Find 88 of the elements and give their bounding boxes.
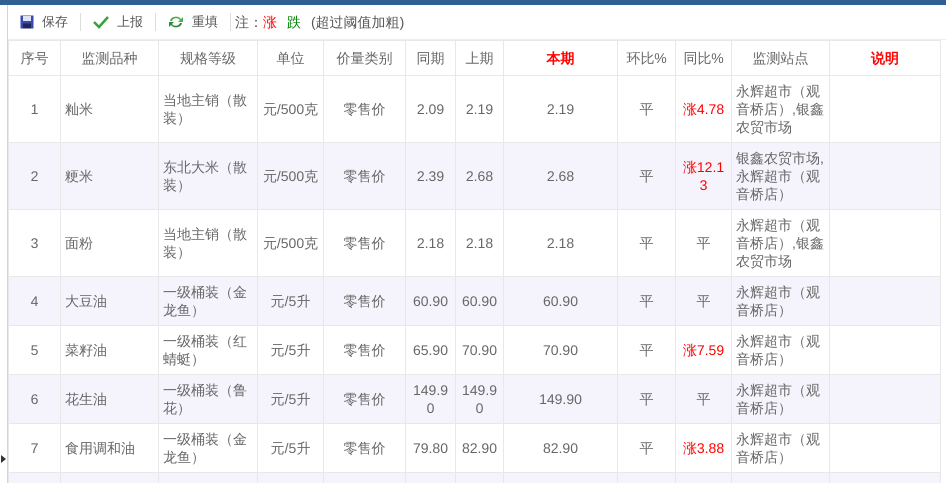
table-cell-text: 面粉: [65, 235, 93, 251]
table-cell-text: 元/5升: [270, 293, 310, 309]
table-cell-text: 5: [30, 342, 38, 358]
table-cell-text: 花生油: [65, 391, 107, 407]
table-cell-text: 平: [640, 391, 654, 407]
table-cell-text: 82.90: [462, 440, 498, 456]
table-cell-text: 2.19: [466, 101, 494, 117]
refresh-arrows-icon: [168, 15, 184, 29]
legend-label: 涨: [263, 12, 277, 32]
table-cell-text: 平: [696, 293, 710, 309]
table-cell-text: 永辉超市（观音桥店）,银鑫农贸市场: [736, 83, 824, 135]
table-cell-text: 149.90: [539, 391, 582, 407]
table-cell-text: 2.39: [416, 168, 444, 184]
reset-button[interactable]: 重填: [168, 12, 218, 32]
note-text: (超过阈值加粗): [311, 12, 404, 32]
table-cell-text: 70.90: [462, 342, 498, 358]
table-cell-text: 平: [640, 235, 654, 251]
table-cell-text: 籼米: [65, 101, 93, 117]
table-cell-text: 2.18: [546, 235, 574, 251]
table-cell-text: 65.90: [412, 342, 448, 358]
table-cell-text: 6: [30, 391, 38, 407]
table-cell-text: 零售价: [344, 440, 386, 456]
table-cell-text: 2.68: [546, 168, 574, 184]
table-cell-text: 零售价: [344, 342, 386, 358]
table-cell-text: 1: [30, 101, 38, 117]
table-cell-text: 一级桶装（金龙鱼）: [163, 431, 247, 465]
table-cell-text: 7: [30, 440, 38, 456]
table-cell-text: 涨4.78: [682, 101, 724, 117]
table-cell-text: 平: [696, 235, 710, 251]
table-cell-text: 永辉超市（观音桥店）: [736, 333, 820, 367]
table-cell-text: 零售价: [344, 293, 386, 309]
expand-arrow-icon[interactable]: [1, 455, 6, 463]
table-cell-text: 零售价: [344, 235, 386, 251]
save-button[interactable]: 保存: [20, 12, 68, 32]
table-cell-text: 2.18: [416, 235, 444, 251]
table-cell-text: 2.09: [416, 101, 444, 117]
table-cell-text: 永辉超市（观音桥店）: [736, 382, 820, 416]
table-cell-text: 4: [30, 293, 38, 309]
table-cell-text: 食用调和油: [65, 440, 135, 456]
table-cell-text: 2.19: [546, 101, 574, 117]
table-cell-text: 零售价: [344, 391, 386, 407]
table-cell-text: 70.90: [542, 342, 578, 358]
table-cell-text: 一级桶装（金龙鱼）: [163, 284, 247, 318]
table-cell-text: 银鑫农贸市场,永辉超市（观音桥店）: [736, 150, 824, 202]
table-cell-text: 元/500克: [262, 101, 318, 117]
table-cell-text: 60.90: [462, 293, 498, 309]
table-cell-text: 60.90: [412, 293, 448, 309]
table-cell-text: 3: [30, 235, 38, 251]
table-cell-text: 平: [640, 440, 654, 456]
table-cell-text: 2: [30, 168, 38, 184]
table-cell-text: 平: [640, 293, 654, 309]
column-header: 序号: [8, 40, 60, 76]
table-cell-text: 2.18: [466, 235, 494, 251]
checkmark-icon: [93, 15, 109, 29]
table-cell-text: 当地主销（散装）: [163, 226, 247, 260]
table-cell-text: 一级桶装（红蜻蜓）: [163, 333, 247, 367]
table-cell-text: 元/500克: [262, 235, 318, 251]
table-cell-text: 元/5升: [270, 440, 310, 456]
table-cell-text: 涨3.88: [682, 440, 724, 456]
table-cell-text: 菜籽油: [65, 342, 107, 358]
table-cell-text: 一级桶装（鲁花）: [163, 382, 247, 416]
table-cell-text: 平: [640, 101, 654, 117]
table-cell-text: 涨7.59: [682, 342, 724, 358]
table-cell-text: 零售价: [344, 101, 386, 117]
table-cell-text: 149.90: [412, 382, 448, 416]
table-cell-text: 平: [640, 168, 654, 184]
table-cell-text: 东北大米（散装）: [163, 159, 247, 193]
note-label: 注：: [235, 12, 263, 32]
table-cell-text: 粳米: [65, 168, 93, 184]
table-cell-text: 零售价: [344, 168, 386, 184]
table-cell-text: 149.90: [462, 382, 498, 416]
table-cell-text: 2.68: [466, 168, 494, 184]
table-cell-text: 元/5升: [270, 342, 310, 358]
table-cell-text: 元/500克: [262, 168, 318, 184]
table-cell-text: 涨12.13: [682, 159, 724, 193]
table-cell-text: 82.90: [542, 440, 578, 456]
table-cell-text: 大豆油: [65, 293, 107, 309]
table-cell-text: 永辉超市（观音桥店）: [736, 284, 820, 318]
table-cell-text: 当地主销（散装）: [163, 92, 247, 126]
table-cell-text: 平: [696, 391, 710, 407]
table-cell-text: 永辉超市（观音桥店）: [736, 431, 820, 465]
table-cell-text: 元/5升: [270, 391, 310, 407]
legend-label: 跌: [287, 12, 301, 32]
table-cell-text: 平: [640, 342, 654, 358]
submit-button[interactable]: 上报: [93, 12, 143, 32]
table-cell-text: 79.80: [412, 440, 448, 456]
table-cell-text: 永辉超市（观音桥店）,银鑫农贸市场: [736, 217, 824, 269]
table-cell-text: 60.90: [542, 293, 578, 309]
